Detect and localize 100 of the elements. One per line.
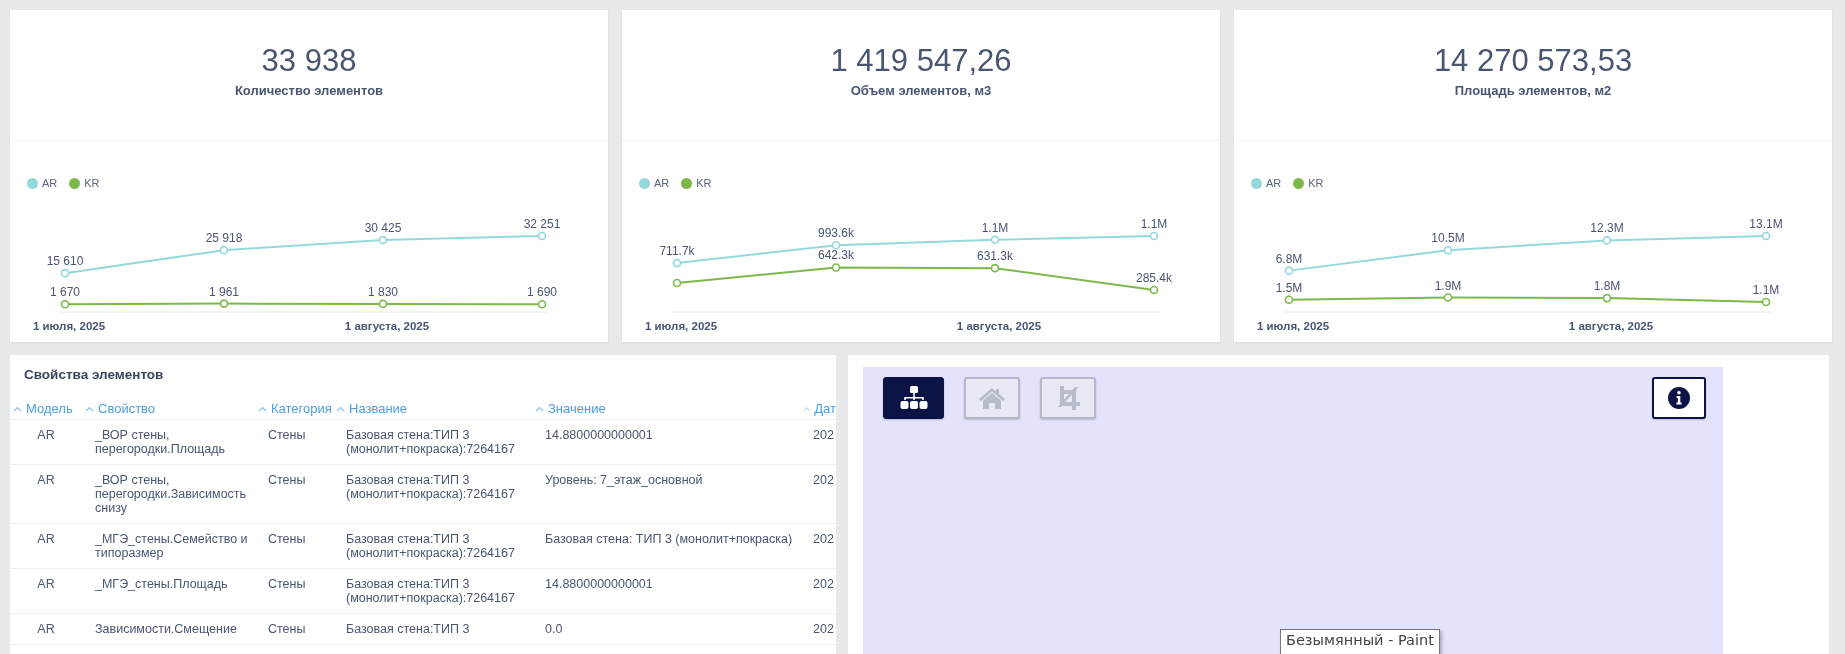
data-label: 1.8M [1593, 279, 1621, 294]
axis-label: 1 июля, 2025 [32, 320, 106, 332]
table-cell-text: AR [36, 472, 56, 489]
table-cell-text: Базовая стена:ТИП 3 (монолит+покраска):7264167 [345, 576, 516, 607]
sort-caret-icon [85, 405, 94, 412]
data-point [990, 263, 1000, 273]
data-point [672, 258, 682, 268]
data-point [672, 278, 682, 288]
legend-label[interactable]: AR [654, 177, 670, 189]
data-label: 1 690 [527, 285, 557, 300]
hierarchy-icon [898, 385, 929, 411]
data-point [378, 235, 388, 245]
data-label: 1.1M [1752, 282, 1780, 297]
data-point [831, 241, 841, 250]
crop-icon [1055, 385, 1081, 411]
sort-caret-icon [535, 405, 544, 412]
data-label: 1 670 [50, 285, 80, 300]
data-point [1761, 297, 1771, 307]
data-point [537, 299, 547, 309]
data-point [60, 299, 70, 309]
data-point [1149, 231, 1159, 241]
data-label: 1.9M [1434, 278, 1462, 293]
data-point [1284, 295, 1294, 305]
data-label: 25 918 [205, 231, 243, 246]
axis-label: 1 июля, 2025 [1256, 320, 1330, 332]
table-cell-text: Зависимости.Смещение [94, 621, 238, 638]
sort-caret-icon [258, 405, 267, 412]
data-label: 1 830 [368, 284, 398, 299]
table-cell-text: Стены [267, 531, 307, 548]
sort-caret-icon [13, 405, 22, 412]
table-cell-text: AR [36, 427, 56, 444]
data-label: 285.4k [1136, 271, 1172, 285]
data-label: 1 961 [209, 284, 239, 299]
data-point [537, 231, 547, 241]
data-label: 1.5M [1275, 280, 1303, 295]
axis-label: 1 августа, 2025 [344, 320, 430, 332]
table-cell-text: _ВОР стены, перегородки.Зависимость снизу [94, 472, 248, 517]
legend-label[interactable]: KR [84, 177, 100, 189]
table-cell-text: AR [36, 621, 56, 638]
kpi-value: 14 270 573,53 [1433, 43, 1633, 79]
axis-label: 1 июля, 2025 [644, 320, 718, 332]
data-label: 631.3k [977, 249, 1013, 264]
table-cell-text: Уровень: 7_этаж_основной [544, 472, 704, 489]
axis-label: 1 августа, 2025 [1568, 320, 1654, 332]
table-cell-text: 14.8800000000001 [544, 576, 654, 593]
data-label: 10.5M [1431, 231, 1465, 246]
home-icon [977, 386, 1007, 410]
table-cell-text: Стены [267, 621, 307, 638]
table-title: Свойства элементов [23, 366, 165, 384]
sort-caret-icon [803, 405, 811, 412]
legend-label[interactable]: KR [696, 177, 712, 189]
table-cell-text: Базовая стена: ТИП 3 (монолит+покраска) [544, 531, 794, 548]
table-cell-text: Стены [267, 472, 307, 489]
table-cell-text: _ВОР стены, перегородки.Площадь [94, 427, 227, 458]
data-label: 12.3M [1590, 221, 1624, 236]
kpi-value: 1 419 547,26 [830, 43, 1012, 79]
data-label: 30 425 [364, 221, 402, 236]
table-cell-text: 0.0 [544, 621, 564, 638]
data-point [1443, 246, 1453, 255]
tree-button[interactable] [883, 377, 944, 419]
data-label: 6.8M [1275, 251, 1303, 266]
data-point [1602, 236, 1612, 245]
sort-caret-icon [336, 405, 345, 412]
data-label: 642.3k [818, 248, 854, 263]
data-point [1761, 231, 1771, 241]
table-cell-text: 202 [812, 427, 835, 444]
legend-label[interactable]: AR [1266, 177, 1282, 189]
data-label: 32 251 [523, 217, 561, 231]
table-cell-text: Базовая стена:ТИП 3 (монолит+покраска):7264167 [345, 531, 516, 562]
kpi-value: 33 938 [261, 43, 357, 79]
kpi-label: Количество элементов [234, 83, 384, 98]
data-label: 993.6k [818, 226, 854, 241]
data-point [378, 299, 388, 309]
data-label: 15 610 [46, 254, 84, 269]
table-cell-text: 202 [812, 621, 835, 638]
data-point [1284, 266, 1294, 275]
legend-label[interactable]: KR [1308, 177, 1324, 189]
table-cell-text: 202 [812, 576, 835, 593]
info-icon [1667, 386, 1691, 410]
axis-label: 1 августа, 2025 [956, 320, 1042, 332]
table-cell-text: AR [36, 531, 56, 548]
kpi-label: Объем элементов, м3 [850, 83, 992, 98]
table-cell-text: 202 [812, 531, 835, 548]
data-point [1149, 285, 1159, 295]
tooltip: Безымянный - Paint [1280, 629, 1440, 654]
table-cell-text: Стены [267, 576, 307, 593]
legend-label[interactable]: AR [42, 177, 58, 189]
table-cell-text: Базовая стена:ТИП 3 (монолит+покраска):7264167 [345, 472, 516, 503]
data-point [60, 268, 70, 278]
table-cell-text: AR [36, 576, 56, 593]
table-cell-text: _МГЭ_стены.Площадь [94, 576, 229, 593]
data-point [219, 299, 229, 308]
data-point [990, 235, 1000, 245]
data-label: 1.1M [981, 220, 1009, 235]
table-cell-text: Стены [267, 427, 307, 444]
info-button[interactable] [1652, 377, 1706, 419]
table-cell-text: 202 [812, 472, 835, 489]
data-label: 1.1M [1140, 217, 1168, 231]
data-point [1602, 293, 1612, 303]
table-cell-text: Базовая стена:ТИП 3 (монолит+покраска):7264167 [345, 427, 516, 458]
